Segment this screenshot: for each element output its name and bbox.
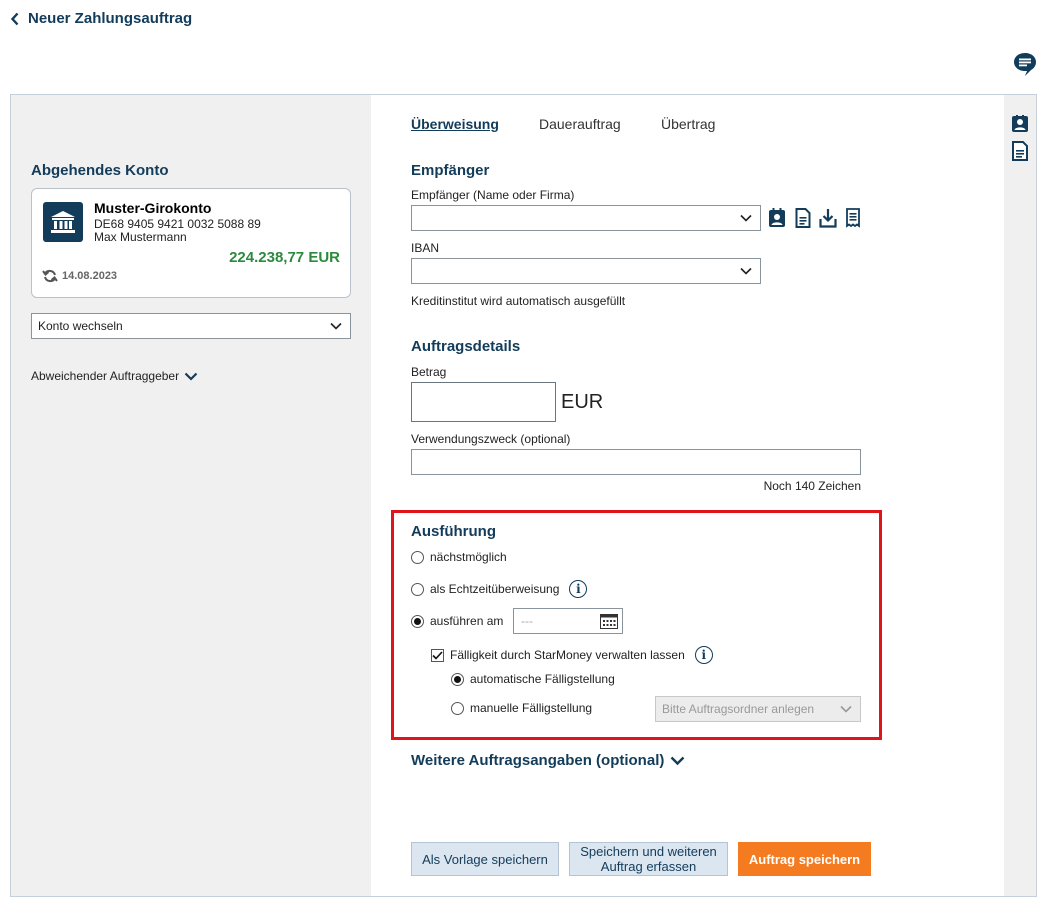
bank-autofill-hint: Kreditinstitut wird automatisch ausgefül… (411, 294, 626, 308)
chat-icon[interactable] (1012, 51, 1038, 77)
chevron-down-icon (184, 372, 198, 381)
radio-instant-label: als Echtzeitüberweisung (430, 582, 560, 596)
iban-combobox[interactable] (411, 258, 761, 284)
radio-auto-due-label: automatische Fälligstellung (470, 672, 615, 686)
template-document-icon[interactable] (795, 208, 811, 228)
deviating-payer-label: Abweichender Auftraggeber (31, 369, 180, 383)
account-owner: Max Mustermann (94, 230, 187, 244)
purpose-input[interactable] (411, 449, 861, 475)
radio-manual-due[interactable]: manuelle Fälligstellung (451, 701, 592, 715)
account-iban: DE68 9405 9421 0032 5088 89 (94, 217, 261, 231)
page-title: Neuer Zahlungsauftrag (28, 10, 193, 27)
radio-auto-due[interactable]: automatische Fälligstellung (451, 672, 615, 686)
save-and-new-line1: Speichern und weiteren (580, 844, 717, 859)
save-and-new-button[interactable]: Speichern und weiteren Auftrag erfassen (569, 842, 728, 876)
back-link[interactable]: Neuer Zahlungsauftrag (10, 10, 192, 27)
address-book-icon[interactable] (768, 208, 786, 228)
switch-account-select[interactable]: Konto wechseln (31, 313, 351, 339)
radio-next-possible-control[interactable] (411, 550, 424, 564)
recipient-title: Empfänger (411, 162, 490, 179)
refresh-date: 14.08.2023 (62, 270, 118, 282)
chevron-down-icon (330, 322, 342, 330)
chars-remaining: Noch 140 Zeichen (763, 479, 861, 493)
chevron-down-icon (740, 214, 752, 222)
date-placeholder: --- (521, 614, 533, 628)
chevron-down-icon (740, 267, 752, 275)
more-details-toggle[interactable]: Weitere Auftragsangaben (optional) (411, 752, 685, 769)
calendar-icon[interactable] (600, 614, 618, 629)
recipient-name-combobox[interactable] (411, 205, 761, 231)
chevron-down-icon (671, 756, 685, 765)
amount-input[interactable] (411, 382, 556, 422)
tab-uebertrag[interactable]: Übertrag (661, 116, 715, 132)
radio-manual-due-control[interactable] (451, 701, 464, 715)
account-refresh-date: 14.08.2023 (42, 269, 117, 283)
more-details-label: Weitere Auftragsangaben (optional) (411, 752, 665, 769)
order-folder-value: Bitte Auftragsordner anlegen (662, 702, 815, 716)
tab-dauerauftrag[interactable]: Dauerauftrag (539, 116, 621, 132)
right-rail (1004, 95, 1036, 896)
chevron-down-icon (840, 705, 852, 713)
currency-label: EUR (561, 391, 604, 413)
import-download-icon[interactable] (819, 208, 837, 228)
radio-auto-due-control[interactable] (451, 672, 464, 686)
save-template-button[interactable]: Als Vorlage speichern (411, 842, 559, 876)
due-management-checkbox[interactable]: Fälligkeit durch StarMoney verwalten las… (431, 646, 713, 664)
due-management-checkbox-control[interactable] (431, 648, 444, 662)
radio-instant[interactable]: als Echtzeitüberweisung i (411, 580, 588, 598)
radio-next-possible[interactable]: nächstmöglich (411, 550, 507, 564)
document-icon[interactable] (1011, 141, 1029, 161)
recipient-name-label: Empfänger (Name oder Firma) (411, 188, 575, 202)
chevron-left-icon (10, 12, 19, 25)
info-icon[interactable]: i (694, 646, 713, 664)
radio-execute-on-label: ausführen am (430, 614, 504, 628)
contacts-icon[interactable] (1011, 115, 1029, 133)
radio-manual-due-label: manuelle Fälligstellung (470, 701, 593, 715)
refresh-icon[interactable] (42, 269, 58, 283)
outgoing-account-title: Abgehendes Konto (31, 162, 169, 179)
save-and-new-line2: Auftrag erfassen (600, 859, 697, 874)
radio-next-possible-label: nächstmöglich (430, 550, 507, 564)
deviating-payer-toggle[interactable]: Abweichender Auftraggeber (31, 369, 198, 383)
execution-title: Ausführung (411, 523, 496, 540)
radio-instant-control[interactable] (411, 582, 424, 596)
purpose-label: Verwendungszweck (optional) (411, 432, 571, 446)
save-order-button[interactable]: Auftrag speichern (738, 842, 871, 876)
amount-label: Betrag (411, 365, 447, 379)
bank-icon (43, 202, 83, 242)
info-icon[interactable]: i (569, 580, 588, 598)
radio-execute-on-control[interactable] (411, 614, 424, 628)
switch-account-value: Konto wechseln (38, 319, 123, 333)
iban-label: IBAN (411, 241, 440, 255)
due-management-label: Fälligkeit durch StarMoney verwalten las… (450, 648, 685, 662)
account-balance: 224.238,77 EUR (229, 249, 340, 266)
radio-execute-on[interactable]: ausführen am (411, 614, 503, 628)
checkmark-icon (432, 650, 443, 660)
order-folder-select[interactable]: Bitte Auftragsordner anlegen (655, 696, 861, 722)
account-name: Muster-Girokonto (94, 200, 212, 216)
invoice-scan-icon[interactable] (845, 208, 861, 228)
tab-ueberweisung[interactable]: Überweisung (411, 116, 499, 132)
order-details-title: Auftragsdetails (411, 338, 521, 355)
execution-date-input[interactable]: --- (513, 608, 623, 634)
